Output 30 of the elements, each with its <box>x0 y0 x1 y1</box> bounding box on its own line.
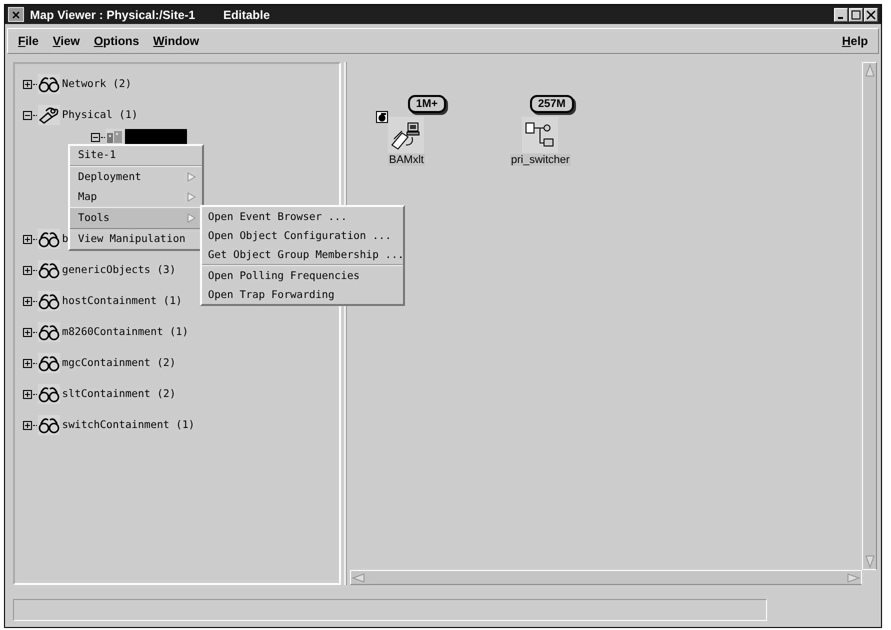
menu-item[interactable]: File <box>18 34 39 48</box>
tree-item[interactable]: m8260Containment (1) <box>61 326 190 338</box>
tree-item[interactable]: mgcContainment (2) <box>61 357 177 369</box>
menu-item[interactable]: View Manipulation <box>70 229 202 249</box>
menu-item[interactable]: Open Polling Frequencies <box>202 266 403 285</box>
alarm-count-callout: 1M+ <box>408 95 446 113</box>
edit-mode-label: Editable <box>223 8 270 22</box>
alarm-count-callout: 257M <box>530 95 574 113</box>
menu-item[interactable]: Deployment <box>70 167 202 187</box>
tree-item[interactable]: sltContainment (2) <box>61 388 177 400</box>
menu-item[interactable]: Tools <box>70 207 202 229</box>
node-label: BAMxlt <box>388 154 425 166</box>
tree-item[interactable]: genericObjects (3) <box>61 264 177 276</box>
menu-item[interactable]: Get Object Group Membership ... <box>202 245 403 264</box>
tree-item[interactable]: hostContainment (1) <box>61 295 184 307</box>
menu-item[interactable]: View <box>52 34 80 48</box>
menu-item[interactable]: Open Trap Forwarding <box>202 285 403 304</box>
tree-item[interactable]: Network (2) <box>61 78 133 90</box>
menu-item[interactable]: Map <box>70 187 202 207</box>
menu-item[interactable]: Window <box>153 34 200 48</box>
tree-item[interactable]: b <box>61 233 70 245</box>
menu-item[interactable]: Open Object Configuration ... <box>202 226 403 245</box>
window-title: Map Viewer : Physical:/Site-1 <box>30 8 196 22</box>
menu-item[interactable]: Options <box>94 34 140 48</box>
help-menu[interactable]: Help <box>842 34 868 48</box>
menu-title: Site-1 <box>70 146 202 167</box>
tree-item[interactable]: switchContainment (1) <box>61 419 196 431</box>
tree-item[interactable]: Physical (1) <box>61 109 139 121</box>
node-label: pri_switcher <box>510 154 571 166</box>
menu-item[interactable]: Open Event Browser ... <box>202 207 403 226</box>
